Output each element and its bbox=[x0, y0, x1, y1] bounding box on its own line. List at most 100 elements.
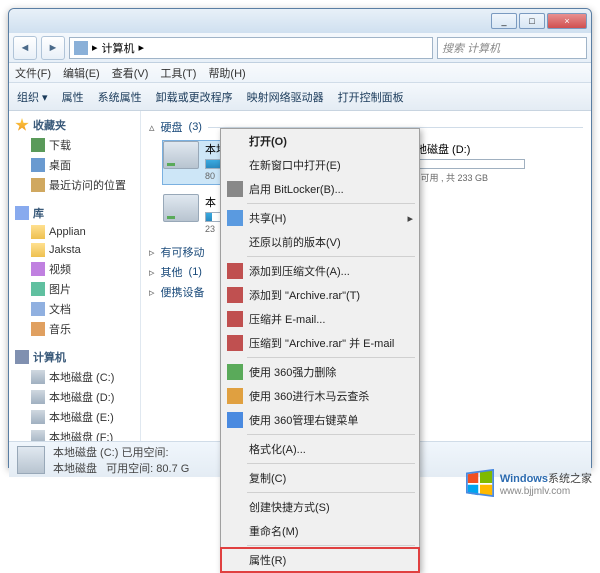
sidebar-item-downloads[interactable]: 下载 bbox=[11, 135, 138, 155]
archive-icon bbox=[227, 311, 243, 327]
control-panel-button[interactable]: 打开控制面板 bbox=[338, 89, 404, 105]
folder-icon bbox=[31, 225, 45, 239]
watermark-brand2: 系统之家 bbox=[548, 473, 592, 485]
ctx-shortcut[interactable]: 创建快捷方式(S) bbox=[221, 495, 419, 519]
ctx-copy[interactable]: 复制(C) bbox=[221, 466, 419, 490]
system-properties-button[interactable]: 系统属性 bbox=[98, 89, 142, 105]
sidebar-item-recent[interactable]: 最近访问的位置 bbox=[11, 175, 138, 195]
close-button[interactable]: × bbox=[547, 13, 587, 29]
organize-button[interactable]: 组织 ▾ bbox=[17, 89, 48, 105]
star-icon bbox=[15, 118, 29, 132]
menu-edit[interactable]: 编辑(E) bbox=[63, 65, 100, 81]
address-bar[interactable]: ▸ 计算机 ▸ bbox=[69, 37, 433, 59]
status-used-label: 已用空间: bbox=[121, 447, 168, 459]
video-icon bbox=[31, 262, 45, 276]
computer-icon bbox=[15, 350, 29, 364]
sidebar-item-drive-e[interactable]: 本地磁盘 (E:) bbox=[11, 407, 138, 427]
sidebar-item-desktop[interactable]: 桌面 bbox=[11, 155, 138, 175]
sidebar-item-videos[interactable]: 视频 bbox=[11, 259, 138, 279]
menu-bar: 文件(F) 编辑(E) 查看(V) 工具(T) 帮助(H) bbox=[9, 63, 591, 83]
ctx-add-rar[interactable]: 添加到 "Archive.rar"(T) bbox=[221, 283, 419, 307]
maximize-button[interactable]: □ bbox=[519, 13, 545, 29]
ctx-format[interactable]: 格式化(A)... bbox=[221, 437, 419, 461]
menu-tools[interactable]: 工具(T) bbox=[160, 65, 196, 81]
drive-label: 本地磁盘 (D:) bbox=[405, 141, 525, 157]
drive-free: GB 可用 , 共 233 GB bbox=[405, 171, 525, 184]
360-icon bbox=[227, 364, 243, 380]
sidebar-item-drive-d[interactable]: 本地磁盘 (D:) bbox=[11, 387, 138, 407]
ctx-new-window[interactable]: 在新窗口中打开(E) bbox=[221, 153, 419, 177]
ctx-360-scan[interactable]: 使用 360进行木马云查杀 bbox=[221, 384, 419, 408]
map-drive-button[interactable]: 映射网络驱动器 bbox=[247, 89, 324, 105]
chevron-right-icon: ▹ bbox=[149, 246, 155, 259]
toolbar: 组织 ▾ 属性 系统属性 卸载或更改程序 映射网络驱动器 打开控制面板 bbox=[9, 83, 591, 111]
watermark: Windows系统之家 www.bjjmlv.com bbox=[466, 469, 592, 497]
ctx-restore[interactable]: 还原以前的版本(V) bbox=[221, 230, 419, 254]
properties-button[interactable]: 属性 bbox=[62, 89, 84, 105]
menu-view[interactable]: 查看(V) bbox=[112, 65, 149, 81]
download-icon bbox=[31, 138, 45, 152]
chevron-right-icon: ▹ bbox=[149, 266, 155, 279]
watermark-url: www.bjjmlv.com bbox=[500, 486, 592, 497]
breadcrumb-item[interactable]: 计算机 bbox=[102, 40, 135, 56]
ctx-zip-rar-email[interactable]: 压缩到 "Archive.rar" 并 E-mail bbox=[221, 331, 419, 355]
desktop-icon bbox=[31, 158, 45, 172]
drive-icon bbox=[163, 194, 199, 222]
drive-icon bbox=[31, 410, 45, 424]
sidebar-item-pictures[interactable]: 图片 bbox=[11, 279, 138, 299]
ctx-share[interactable]: 共享(H)▸ bbox=[221, 206, 419, 230]
search-input[interactable]: 搜索 计算机 bbox=[437, 37, 587, 59]
archive-icon bbox=[227, 335, 243, 351]
nav-bar: ◄ ► ▸ 计算机 ▸ 搜索 计算机 bbox=[9, 33, 591, 63]
library-icon bbox=[15, 206, 29, 220]
watermark-brand: Windows bbox=[500, 473, 548, 485]
sidebar-item-drive-f[interactable]: 本地磁盘 (F:) bbox=[11, 427, 138, 441]
libraries-header[interactable]: 库 bbox=[11, 203, 138, 223]
status-type: 本地磁盘 bbox=[53, 463, 97, 475]
titlebar: _ □ × bbox=[9, 9, 591, 33]
chevron-right-icon: ▹ bbox=[149, 286, 155, 299]
usage-bar bbox=[405, 159, 525, 169]
ctx-rename[interactable]: 重命名(M) bbox=[221, 519, 419, 543]
menu-help[interactable]: 帮助(H) bbox=[208, 65, 245, 81]
ctx-bitlocker[interactable]: 启用 BitLocker(B)... bbox=[221, 177, 419, 201]
archive-icon bbox=[227, 287, 243, 303]
forward-button[interactable]: ► bbox=[41, 36, 65, 60]
ctx-properties[interactable]: 属性(R) bbox=[221, 548, 419, 572]
status-name: 本地磁盘 (C:) bbox=[53, 447, 118, 459]
back-button[interactable]: ◄ bbox=[13, 36, 37, 60]
menu-file[interactable]: 文件(F) bbox=[15, 65, 51, 81]
drive-icon bbox=[31, 390, 45, 404]
breadcrumb-sep: ▸ bbox=[139, 41, 145, 54]
drive-icon bbox=[31, 430, 45, 441]
music-icon bbox=[31, 322, 45, 336]
sidebar-item-documents[interactable]: 文档 bbox=[11, 299, 138, 319]
drive-icon bbox=[17, 446, 45, 474]
ctx-360-delete[interactable]: 使用 360强力删除 bbox=[221, 360, 419, 384]
chevron-down-icon: ▵ bbox=[149, 121, 155, 134]
status-free: 可用空间: 80.7 G bbox=[106, 463, 189, 475]
archive-icon bbox=[227, 263, 243, 279]
uninstall-button[interactable]: 卸载或更改程序 bbox=[156, 89, 233, 105]
breadcrumb-sep: ▸ bbox=[92, 41, 98, 54]
sidebar-item-jaksta[interactable]: Jaksta bbox=[11, 241, 138, 259]
favorites-header[interactable]: 收藏夹 bbox=[11, 115, 138, 135]
ctx-add-archive[interactable]: 添加到压缩文件(A)... bbox=[221, 259, 419, 283]
computer-header[interactable]: 计算机 bbox=[11, 347, 138, 367]
360-icon bbox=[227, 388, 243, 404]
recent-icon bbox=[31, 178, 45, 192]
context-menu: 打开(O) 在新窗口中打开(E) 启用 BitLocker(B)... 共享(H… bbox=[220, 128, 420, 573]
picture-icon bbox=[31, 282, 45, 296]
sidebar-item-music[interactable]: 音乐 bbox=[11, 319, 138, 339]
sidebar-item-drive-c[interactable]: 本地磁盘 (C:) bbox=[11, 367, 138, 387]
minimize-button[interactable]: _ bbox=[491, 13, 517, 29]
drive-icon bbox=[31, 370, 45, 384]
windows-logo-icon bbox=[466, 469, 494, 497]
ctx-open[interactable]: 打开(O) bbox=[221, 129, 419, 153]
sidebar: 收藏夹 下载 桌面 最近访问的位置 库 Applian Jaksta 视频 图片… bbox=[9, 111, 141, 441]
ctx-360-menu[interactable]: 使用 360管理右键菜单 bbox=[221, 408, 419, 432]
folder-icon bbox=[31, 243, 45, 257]
ctx-zip-email[interactable]: 压缩并 E-mail... bbox=[221, 307, 419, 331]
sidebar-item-applian[interactable]: Applian bbox=[11, 223, 138, 241]
computer-icon bbox=[74, 41, 88, 55]
